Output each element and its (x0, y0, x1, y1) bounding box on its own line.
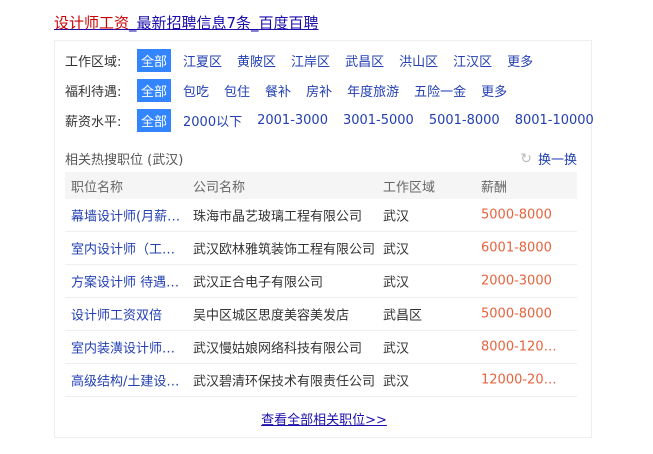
salary: 5000-8000 (481, 306, 552, 322)
filter-option[interactable]: 5001-8000 (429, 113, 500, 128)
filter-option[interactable]: 2000以下 (183, 111, 242, 130)
view-all-link[interactable]: 查看全部相关职位>> (261, 413, 387, 428)
result-title-link[interactable]: 设计师工资_最新招聘信息7条_百度百聘 (54, 12, 319, 33)
work-area: 武汉 (383, 374, 410, 390)
filter-option[interactable]: 全部 (137, 108, 172, 132)
filter-option[interactable]: 包住 (224, 81, 250, 100)
job-title-link[interactable]: 方案设计师 待遇… (71, 272, 189, 291)
table-row: 方案设计师 待遇… 武汉正合电子有限公司 武汉 2000-3000 (65, 265, 577, 298)
table-row: 设计师工资双倍 吴中区城区思度美容美发店 武昌区 5000-8000 (65, 298, 577, 331)
filter-label: 福利待遇: (65, 84, 122, 100)
table-row: 高级结构/土建设… 武汉碧清环保技术有限责任公司 武汉 12000-20… (65, 364, 577, 397)
refresh-button[interactable]: ↻ 换一换 (520, 149, 577, 169)
header-salary: 薪酬 (481, 180, 508, 195)
filter-option[interactable]: 更多 (507, 51, 533, 70)
filter-option[interactable]: 全部 (137, 78, 172, 102)
filter-option[interactable]: 江夏区 (183, 51, 222, 70)
company-name: 珠海市晶艺玻璃工程有限公司 (193, 209, 363, 225)
salary: 2000-3000 (481, 273, 552, 289)
job-title-link[interactable]: 室内设计师（工… (71, 239, 189, 258)
company-name: 吴中区城区思度美容美发店 (193, 308, 350, 324)
job-title-link[interactable]: 高级结构/土建设… (71, 371, 189, 390)
header-company: 公司名称 (193, 180, 246, 195)
filter-label: 薪资水平: (65, 114, 122, 130)
filter-option[interactable]: 年度旅游 (347, 81, 399, 100)
section-title: 相关热搜职位 (武汉) (65, 153, 184, 168)
salary: 6001-8000 (481, 240, 552, 256)
filter-option[interactable]: 江岸区 (291, 51, 330, 70)
table-header: 职位名称 公司名称 工作区域 薪酬 (65, 172, 577, 199)
work-area: 武汉 (383, 341, 410, 357)
header-area: 工作区域 (383, 180, 436, 195)
filter-option[interactable]: 3001-5000 (343, 113, 414, 128)
job-title-link[interactable]: 室内装潢设计师… (71, 338, 189, 357)
filter-option[interactable]: 更多 (481, 81, 507, 100)
company-name: 武汉碧清环保技术有限责任公司 (193, 374, 376, 390)
filter-option[interactable]: 武昌区 (345, 51, 384, 70)
work-area: 武汉 (383, 209, 410, 225)
salary: 8000-12000 (481, 339, 559, 355)
header-job: 职位名称 (71, 180, 124, 195)
filter-option[interactable]: 洪山区 (399, 51, 438, 70)
filter-option[interactable]: 五险一金 (414, 81, 466, 100)
filter-option[interactable]: 2001-3000 (257, 113, 328, 128)
salary: 5000-8000 (481, 207, 552, 223)
filter-option[interactable]: 江汉区 (453, 51, 492, 70)
filter-row: 工作区域: 全部 江夏区 黄陂区 江岸区 武昌区 洪山区 江汉区 更多 (65, 48, 548, 72)
title-rest: _最新招聘信息7条_百度百聘 (129, 14, 319, 32)
table-row: 室内装潢设计师… 武汉慢姑娘网络科技有限公司 武汉 8000-12000 (65, 331, 577, 364)
refresh-label: 换一换 (537, 153, 577, 168)
filter-option[interactable]: 房补 (306, 81, 332, 100)
company-name: 武汉正合电子有限公司 (193, 275, 324, 291)
work-area: 武汉 (383, 242, 410, 258)
job-card: 工作区域: 全部 江夏区 黄陂区 江岸区 武昌区 洪山区 江汉区 更多 福利待遇: 全部 包吃 包住 餐补… (54, 40, 594, 438)
job-title-link[interactable]: 幕墙设计师(月薪… (71, 206, 189, 225)
company-name: 武汉欧林雅筑装饰工程有限公司 (193, 242, 376, 258)
work-area: 武昌区 (383, 308, 423, 324)
filter-row: 薪资水平: 全部 2000以下 2001-3000 3001-5000 5001-8000… (65, 108, 609, 132)
job-title-link[interactable]: 设计师工资双倍 (71, 305, 189, 324)
filter-option[interactable]: 包吃 (183, 81, 209, 100)
company-name: 武汉慢姑娘网络科技有限公司 (193, 341, 363, 357)
refresh-icon: ↻ (520, 150, 532, 167)
filter-option[interactable]: 餐补 (265, 81, 291, 100)
salary: 12000-20… (481, 372, 557, 388)
section-header: 相关热搜职位 (武汉) ↻ 换一换 (65, 149, 577, 169)
title-highlight: 设计师工资 (54, 14, 130, 32)
work-area: 武汉 (383, 275, 410, 291)
filter-option[interactable]: 全部 (137, 48, 172, 72)
filter-option[interactable]: 8001-10000 (515, 113, 594, 128)
filter-row: 福利待遇: 全部 包吃 包住 餐补 房补 年度旅游 五险一金 更多 (65, 78, 522, 102)
filter-option[interactable]: 黄陂区 (237, 51, 276, 70)
table-row: 幕墙设计师(月薪… 珠海市晶艺玻璃工程有限公司 武汉 5000-8000 (65, 199, 577, 232)
table-row: 室内设计师（工… 武汉欧林雅筑装饰工程有限公司 武汉 6001-8000 (65, 232, 577, 265)
filter-label: 工作区域: (65, 54, 122, 70)
